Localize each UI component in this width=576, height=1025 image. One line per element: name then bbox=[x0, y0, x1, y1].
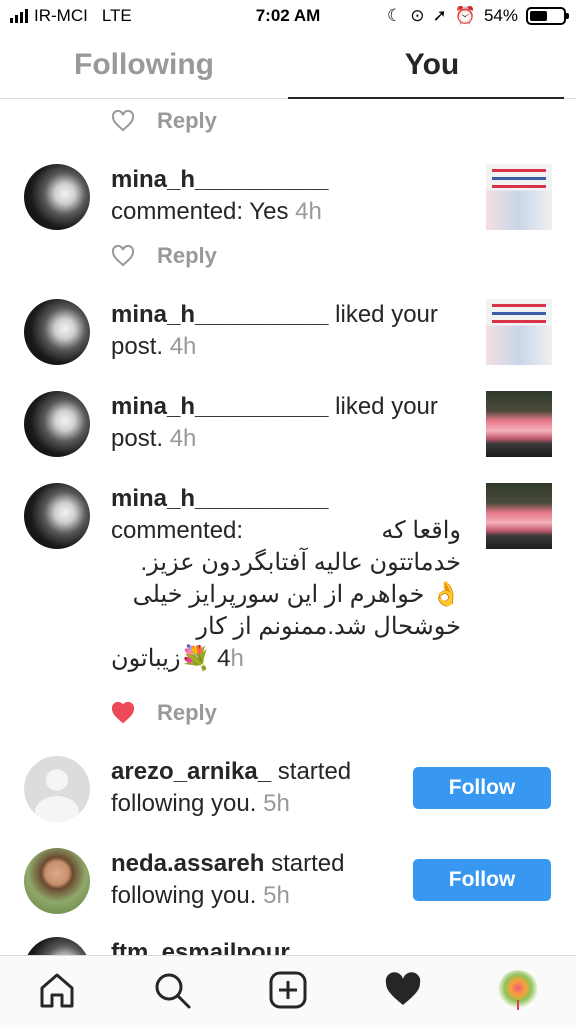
tab-following[interactable]: Following bbox=[0, 34, 288, 98]
comment-text: خدماتتون عالیه آفتابگردون عزیز. bbox=[140, 549, 461, 576]
reply-button[interactable]: Reply bbox=[157, 243, 217, 269]
notification-text: mina_h__________ liked your post. 4h bbox=[111, 299, 471, 363]
timestamp: 4h bbox=[295, 198, 322, 225]
heart-outline-icon[interactable] bbox=[111, 245, 135, 267]
username[interactable]: neda.assareh bbox=[111, 850, 264, 877]
comment-text: 👌 خواهرم از این سورپرایز خیلی bbox=[132, 581, 461, 608]
avatar[interactable] bbox=[24, 937, 90, 955]
username[interactable]: mina_h__________ bbox=[111, 166, 329, 193]
comment-line: commented: واقعا که bbox=[111, 515, 461, 547]
comment-last-line: 4 💐زیباتونh bbox=[111, 643, 461, 675]
username[interactable]: mina_h__________ bbox=[111, 483, 461, 515]
notification-text: neda.assareh started following you. 5h bbox=[111, 848, 411, 912]
alarm-icon: ⏰ bbox=[454, 6, 476, 25]
username[interactable]: mina_h__________ bbox=[111, 301, 329, 328]
follow-button[interactable]: Follow bbox=[413, 859, 551, 901]
avatar[interactable] bbox=[24, 848, 90, 914]
tab-you[interactable]: You bbox=[288, 34, 576, 98]
post-thumbnail[interactable] bbox=[486, 391, 552, 457]
post-thumbnail[interactable] bbox=[486, 299, 552, 365]
activity-feed[interactable]: Reply mina_h__________ commented: Yes 4h… bbox=[0, 99, 576, 955]
home-icon[interactable] bbox=[37, 970, 77, 1010]
reply-row[interactable]: Reply bbox=[111, 698, 217, 728]
search-icon[interactable] bbox=[152, 970, 192, 1010]
bottom-navigation bbox=[0, 955, 576, 1025]
reply-row[interactable]: Reply bbox=[111, 241, 217, 271]
timestamp: 5h bbox=[263, 790, 290, 817]
rotation-lock-icon: ⊙ bbox=[410, 6, 425, 25]
comment-text: خوشحال شد.ممنونم از کار bbox=[196, 613, 461, 640]
notification-text: arezo_arnika_ started following you. 5h bbox=[111, 756, 411, 820]
notification-text: mina_h__________ liked your post. 4h bbox=[111, 391, 471, 455]
notification-text: ftm_esmailpour bbox=[111, 937, 290, 955]
battery-percent: 54% bbox=[483, 6, 518, 25]
timestamp: h bbox=[230, 645, 244, 672]
reply-row[interactable]: Reply bbox=[111, 106, 217, 136]
avatar[interactable] bbox=[24, 164, 90, 230]
avatar[interactable] bbox=[24, 299, 90, 365]
add-post-icon[interactable] bbox=[268, 970, 308, 1010]
location-arrow-icon: ➚ bbox=[432, 6, 447, 25]
comment-text: واقعا که bbox=[381, 517, 461, 544]
post-thumbnail[interactable] bbox=[486, 483, 552, 549]
heart-outline-icon[interactable] bbox=[111, 110, 135, 132]
status-bar: IR-MCI LTE 7:02 AM ☾ ⊙ ➚ ⏰ 54% bbox=[0, 0, 576, 34]
profile-avatar[interactable] bbox=[498, 970, 538, 1010]
username[interactable]: mina_h__________ bbox=[111, 393, 329, 420]
post-thumbnail[interactable] bbox=[486, 164, 552, 230]
timestamp: 4h bbox=[169, 425, 197, 452]
notification-text: mina_h__________ commented: واقعا که خدم… bbox=[111, 483, 461, 675]
avatar[interactable] bbox=[24, 391, 90, 457]
reply-button[interactable]: Reply bbox=[157, 700, 217, 726]
username[interactable]: arezo_arnika_ bbox=[111, 758, 271, 785]
avatar-placeholder[interactable] bbox=[24, 756, 90, 822]
activity-tabs: Following You bbox=[0, 34, 576, 99]
heart-filled-icon[interactable] bbox=[111, 702, 135, 724]
timestamp: 5h bbox=[263, 882, 290, 909]
status-right: ☾ ⊙ ➚ ⏰ 54% bbox=[387, 6, 569, 26]
username[interactable]: ftm_esmailpour bbox=[111, 939, 290, 955]
notification-action: commented: Yes bbox=[111, 198, 289, 225]
reply-button[interactable]: Reply bbox=[157, 108, 217, 134]
follow-button[interactable]: Follow bbox=[413, 767, 551, 809]
moon-icon: ☾ bbox=[387, 6, 403, 25]
notification-action: commented: bbox=[111, 517, 244, 544]
heart-icon[interactable] bbox=[383, 970, 423, 1010]
battery-icon bbox=[526, 7, 569, 25]
avatar[interactable] bbox=[24, 483, 90, 549]
comment-text: 4 💐زیباتون bbox=[111, 645, 231, 672]
notification-text: mina_h__________ commented: Yes 4h bbox=[111, 164, 441, 228]
timestamp: 4h bbox=[169, 333, 197, 360]
